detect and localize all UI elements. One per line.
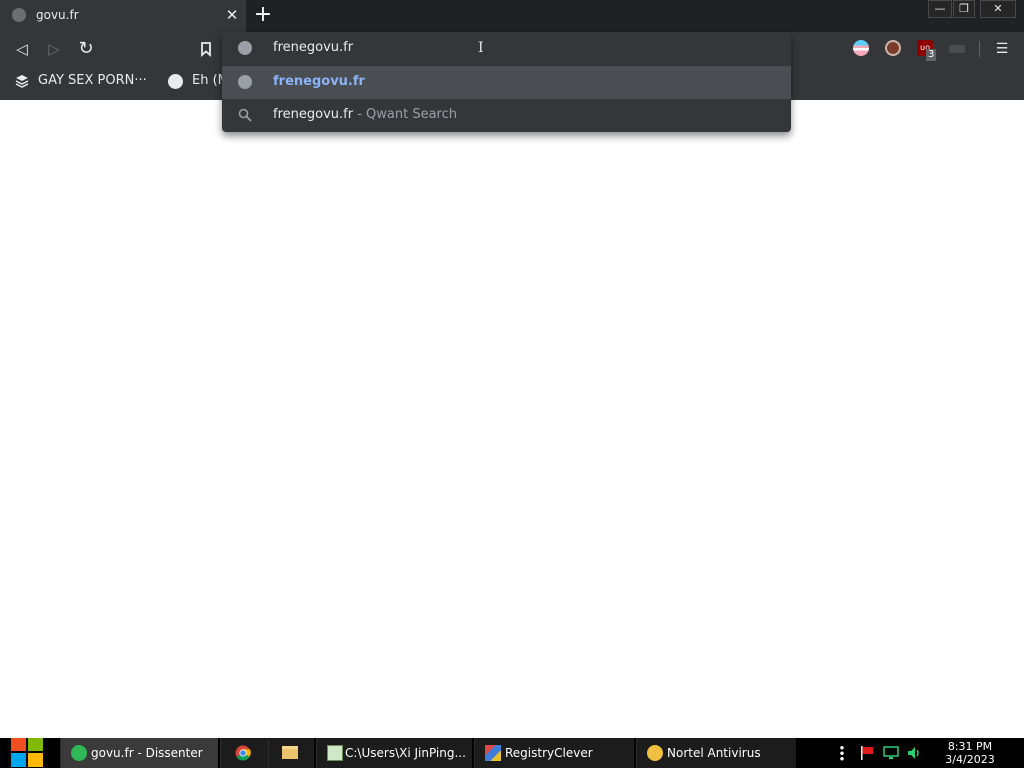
taskbar-item-dissenter[interactable]: govu.fr - Dissenter bbox=[60, 738, 218, 768]
reload-button[interactable]: ↻ bbox=[76, 39, 96, 59]
volume-icon[interactable] bbox=[906, 745, 922, 761]
taskbar-item-registryclever[interactable]: RegistryClever bbox=[474, 738, 634, 768]
taskbar-clock[interactable]: 8:31 PM 3/4/2023 bbox=[932, 740, 1008, 766]
task-label: Nortel Antivirus bbox=[667, 746, 761, 760]
text-cursor-icon: I bbox=[478, 40, 484, 56]
taskbar-item-antivirus[interactable]: Nortel Antivirus bbox=[636, 738, 796, 768]
chrome-icon bbox=[235, 745, 251, 761]
suggestion-text: frenegovu.fr - Qwant Search bbox=[273, 107, 457, 122]
suggestion-query: frenegovu.fr bbox=[273, 107, 354, 122]
avatar-extension-icon[interactable] bbox=[885, 40, 901, 56]
tab-title: govu.fr bbox=[36, 8, 79, 22]
suggestion-row[interactable]: frenegovu.fr - Qwant Search bbox=[222, 99, 791, 132]
close-tab-icon[interactable]: ✕ bbox=[224, 6, 240, 24]
minimize-button[interactable]: — bbox=[928, 0, 952, 18]
tray-overflow-icon[interactable] bbox=[840, 745, 844, 761]
disabled-extension-icon[interactable] bbox=[949, 45, 965, 53]
taskbar-item-chrome[interactable] bbox=[220, 738, 268, 768]
menu-button[interactable]: ☰ bbox=[992, 39, 1012, 59]
taskbar: govu.fr - Dissenter C:\Users\Xi JinPing.… bbox=[0, 738, 1024, 768]
suggestion-row-selected[interactable]: frenegovu.fr bbox=[222, 66, 791, 99]
close-window-button[interactable]: ✕ bbox=[980, 0, 1016, 18]
flag-icon[interactable] bbox=[859, 745, 875, 761]
bookmark-label: GAY SEX PORN··· bbox=[38, 73, 147, 88]
ublock-badge: 3 bbox=[926, 49, 937, 61]
omnibox-dropdown: frenegovu.fr I frenegovu.fr frenegovu.fr… bbox=[222, 32, 791, 132]
flag-extension-icon[interactable] bbox=[853, 40, 869, 56]
taskbar-item-notepad[interactable]: C:\Users\Xi JinPing... bbox=[316, 738, 472, 768]
task-label: govu.fr - Dissenter bbox=[91, 746, 203, 760]
back-button[interactable]: ◁ bbox=[12, 39, 32, 59]
restore-button[interactable]: ❐ bbox=[953, 0, 975, 18]
tab-strip: govu.fr ✕ + — ❐ ✕ bbox=[0, 0, 1024, 32]
clock-time: 8:31 PM bbox=[947, 740, 993, 753]
taskbar-item-explorer[interactable] bbox=[268, 738, 314, 768]
start-button[interactable] bbox=[0, 738, 52, 768]
antivirus-shield-icon bbox=[647, 745, 663, 761]
task-label: C:\Users\Xi JinPing... bbox=[345, 746, 466, 760]
page-content[interactable] bbox=[0, 100, 1024, 738]
globe-icon bbox=[168, 74, 183, 89]
globe-icon bbox=[12, 8, 26, 22]
new-tab-button[interactable]: + bbox=[252, 3, 274, 27]
dissenter-icon bbox=[71, 745, 87, 761]
search-icon bbox=[238, 108, 252, 122]
stack-icon bbox=[15, 75, 29, 88]
toolbar-divider bbox=[979, 41, 980, 57]
network-icon[interactable] bbox=[883, 745, 899, 761]
tab-govu[interactable]: govu.fr ✕ bbox=[0, 0, 246, 32]
folder-icon bbox=[282, 746, 298, 759]
address-bar[interactable]: frenegovu.fr I bbox=[222, 32, 791, 65]
forward-button[interactable]: ▷ bbox=[44, 39, 64, 59]
windows-logo-icon bbox=[11, 738, 43, 767]
notepad-icon bbox=[327, 745, 343, 761]
clock-date: 3/4/2023 bbox=[945, 753, 995, 766]
suggestion-engine: - Qwant Search bbox=[353, 107, 457, 122]
address-input[interactable]: frenegovu.fr bbox=[273, 40, 353, 55]
task-label: RegistryClever bbox=[505, 746, 593, 760]
globe-icon bbox=[238, 75, 252, 89]
registry-cube-icon bbox=[485, 745, 501, 761]
bookmark-icon[interactable] bbox=[199, 41, 213, 57]
suggestion-text: frenegovu.fr bbox=[273, 74, 365, 89]
globe-icon bbox=[238, 41, 252, 55]
